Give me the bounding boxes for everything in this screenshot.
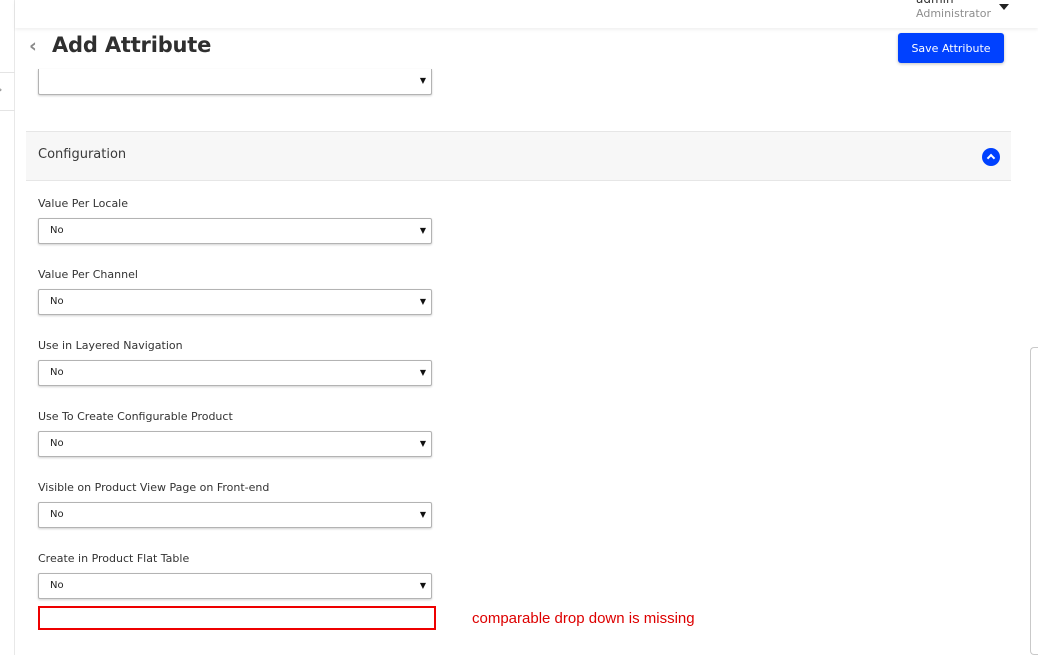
back-icon[interactable]: ‹ [29,37,37,56]
select-field[interactable]: ▼ [38,69,432,95]
product-flat-table-select[interactable]: No ▼ [38,573,432,599]
visible-on-front-label: Visible on Product View Page on Front-en… [38,481,270,494]
page-scrollbar[interactable] [1030,347,1038,655]
top-header: admin Administrator [15,0,1038,28]
caret-down-icon[interactable] [999,4,1009,10]
configurable-product-select[interactable]: No ▼ [38,431,432,457]
page-title: Add Attribute [52,33,212,57]
select-value: No [50,367,64,378]
value-per-locale-label: Value Per Locale [38,197,129,210]
left-nav-strip: › [0,0,15,655]
annotation-note: comparable drop down is missing [472,610,695,627]
value-per-locale-select[interactable]: No ▼ [38,218,432,244]
select-value: No [50,438,64,449]
chevron-up-circle-icon[interactable] [982,148,1000,166]
save-attribute-button[interactable]: Save Attribute [898,33,1004,63]
product-flat-table-label: Create in Product Flat Table [38,552,190,565]
dropdown-arrow-icon: ▼ [419,510,426,519]
layered-navigation-label: Use in Layered Navigation [38,339,183,352]
dropdown-arrow-icon: ▼ [419,581,426,590]
user-menu[interactable]: admin Administrator [916,0,991,20]
configuration-title: Configuration [38,147,127,162]
expand-nav-icon[interactable]: › [0,84,2,96]
missing-dropdown-highlight [38,606,436,630]
dropdown-arrow-icon: ▼ [419,76,426,85]
dropdown-arrow-icon: ▼ [419,297,426,306]
dropdown-arrow-icon: ▼ [419,368,426,377]
select-value: No [50,580,64,591]
nav-divider [0,72,15,73]
user-role: Administrator [916,7,991,20]
value-per-channel-label: Value Per Channel [38,268,138,281]
value-per-channel-select[interactable]: No ▼ [38,289,432,315]
select-value: No [50,225,64,236]
configuration-accordion-header[interactable]: Configuration [26,131,1011,181]
select-value: No [50,509,64,520]
visible-on-front-select[interactable]: No ▼ [38,502,432,528]
dropdown-arrow-icon: ▼ [419,439,426,448]
configurable-product-label: Use To Create Configurable Product [38,410,233,423]
select-value: No [50,296,64,307]
dropdown-arrow-icon: ▼ [419,226,426,235]
user-name: admin [916,0,991,6]
layered-navigation-select[interactable]: No ▼ [38,360,432,386]
nav-divider [0,110,15,111]
